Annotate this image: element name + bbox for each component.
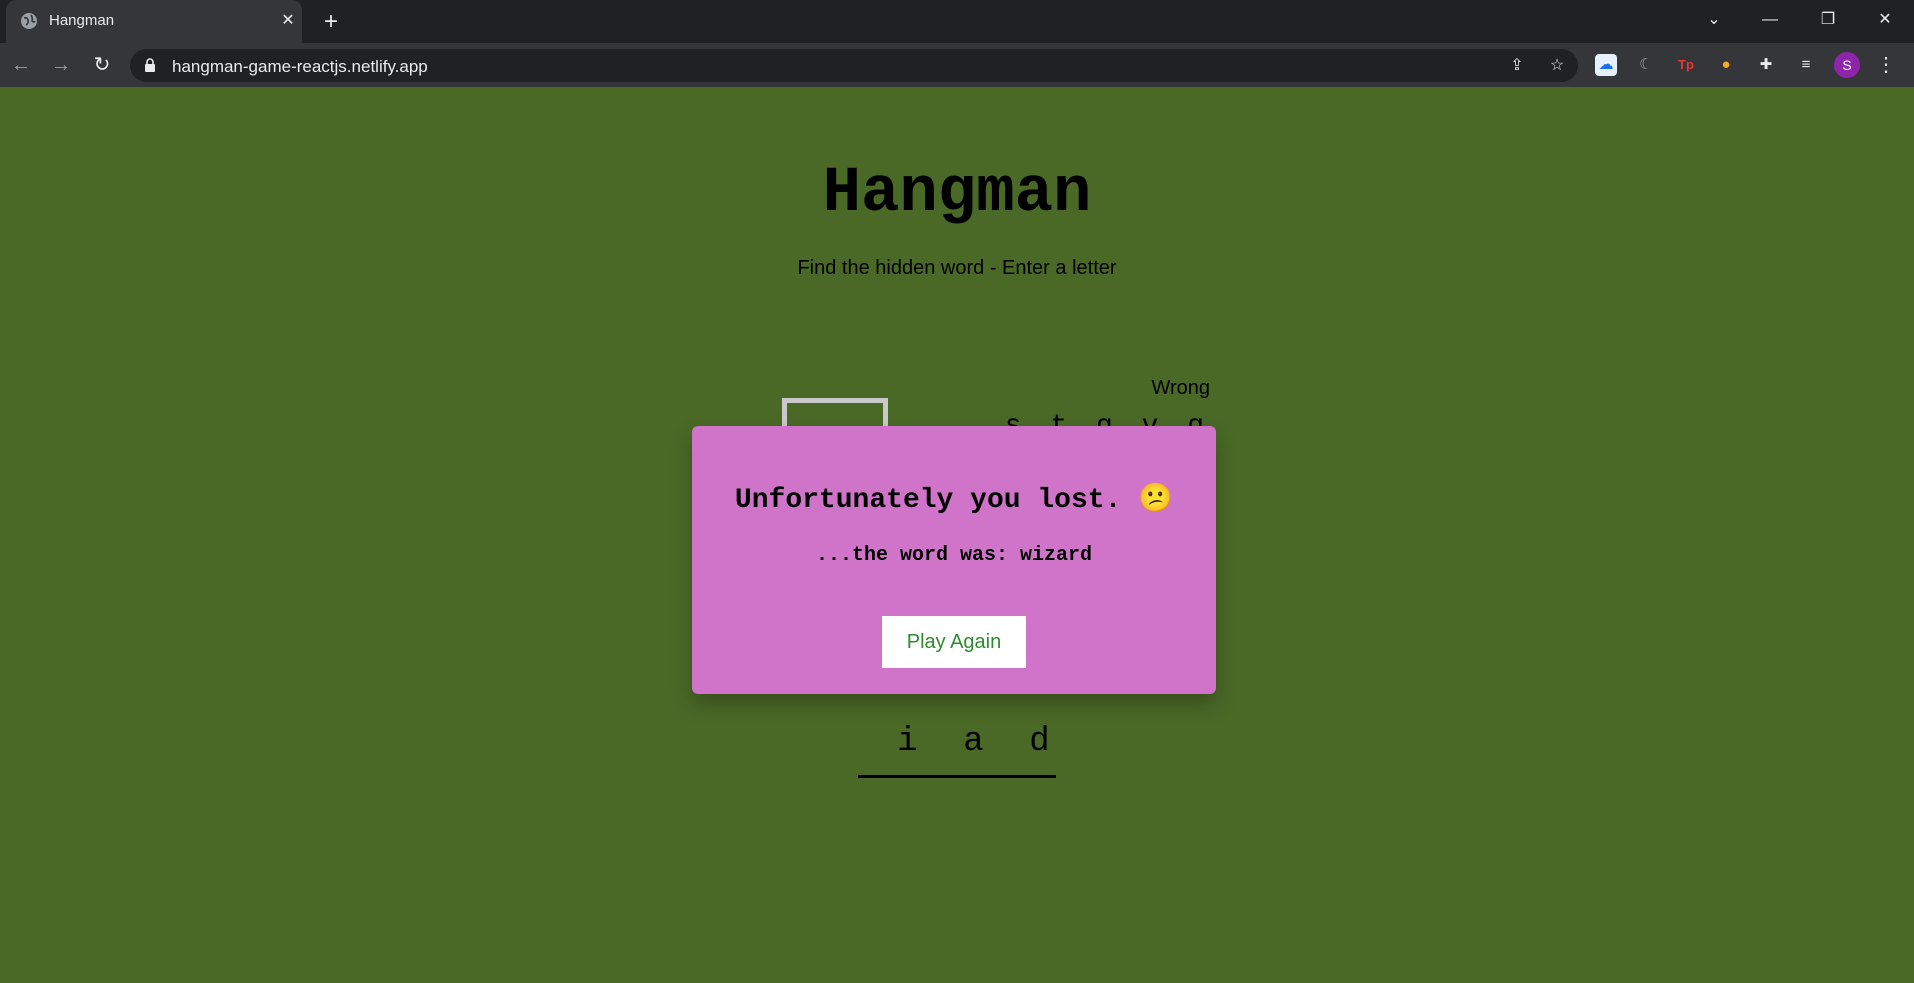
reload-icon[interactable]: ↻ — [88, 51, 116, 79]
tab-title: Hangman — [49, 12, 115, 29]
address-bar[interactable]: hangman-game-reactjs.netlify.app ⇪ ☆ — [130, 49, 1578, 82]
letter-slot — [924, 724, 957, 778]
new-tab-icon[interactable]: + — [318, 10, 344, 36]
revealed-word-text: ...the word was: wizard — [815, 544, 1093, 567]
browser-tab-bar: Hangman ✕ + ⌄ — ❐ ✕ — [0, 0, 1914, 43]
letter-slot — [858, 724, 891, 778]
lock-icon — [145, 58, 155, 72]
letter-slot — [990, 724, 1023, 778]
window-close-icon[interactable]: ✕ — [1869, 6, 1901, 34]
cloud-extension-icon[interactable]: ☁ — [1595, 54, 1617, 76]
bookmark-star-icon[interactable]: ☆ — [1547, 56, 1567, 76]
profile-avatar[interactable]: S — [1834, 52, 1860, 78]
hidden-word: i a d — [858, 724, 1056, 778]
tp-extension-icon[interactable]: Tp — [1675, 54, 1697, 76]
url-text: hangman-game-reactjs.netlify.app — [172, 57, 428, 76]
puzzle-extensions-icon[interactable]: ✚ — [1755, 54, 1777, 76]
page-title: Hangman — [822, 158, 1092, 230]
forward-icon[interactable]: → — [47, 51, 75, 79]
page-subtitle: Find the hidden word - Enter a letter — [797, 257, 1117, 279]
coin-extension-icon[interactable]: ● — [1715, 54, 1737, 76]
game-over-popup: Unfortunately you lost. 😕 ...the word wa… — [692, 426, 1216, 694]
restore-icon[interactable]: ❐ — [1812, 6, 1844, 34]
popup-title: Unfortunately you lost. 😕 — [734, 485, 1174, 516]
media-queue-icon[interactable]: ≡ — [1795, 54, 1817, 76]
tab-search-icon[interactable]: ⌄ — [1698, 6, 1730, 34]
letter-slot: i — [891, 724, 924, 778]
letter-slot: a — [957, 724, 990, 778]
browser-tab[interactable]: Hangman ✕ — [6, 0, 302, 43]
globe-icon — [21, 13, 37, 29]
moon-extension-icon[interactable]: ☾ — [1635, 54, 1657, 76]
close-tab-icon[interactable]: ✕ — [278, 11, 298, 31]
letter-slot: d — [1023, 724, 1056, 778]
minimize-icon[interactable]: — — [1754, 6, 1786, 34]
play-again-button[interactable]: Play Again — [882, 616, 1026, 668]
browser-toolbar: ← → ↻ hangman-game-reactjs.netlify.app ⇪… — [0, 43, 1914, 87]
share-icon[interactable]: ⇪ — [1507, 56, 1527, 76]
back-icon[interactable]: ← — [7, 51, 35, 79]
more-menu-icon[interactable]: ⋮ — [1876, 53, 1896, 77]
wrong-letters-label: Wrong — [1151, 377, 1210, 399]
